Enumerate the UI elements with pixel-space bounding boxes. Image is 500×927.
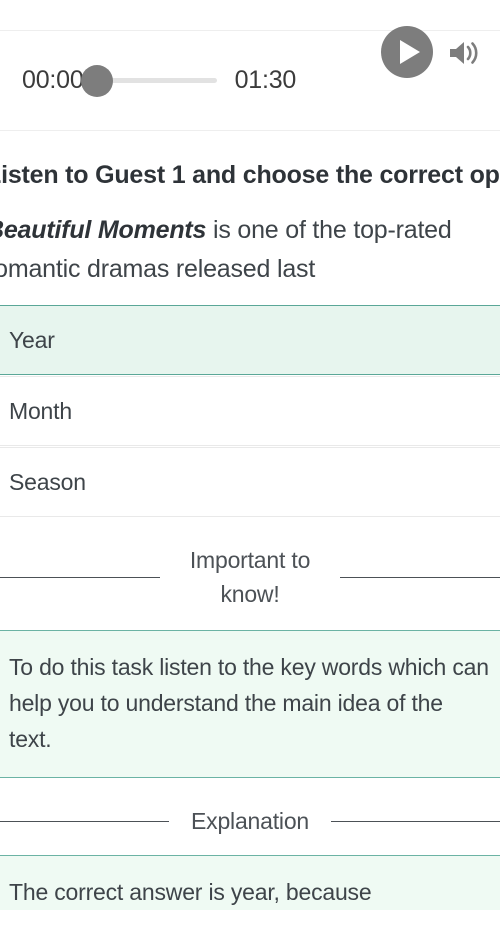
answer-options: Year Month Season xyxy=(0,305,500,517)
audio-current-time: 00:00 xyxy=(22,66,84,94)
volume-icon[interactable] xyxy=(447,38,481,68)
task-content: Listen to Guest 1 and choose the correct… xyxy=(0,130,500,910)
tip-section-divider: Important to know! xyxy=(0,543,500,611)
option-month[interactable]: Month xyxy=(0,376,500,446)
divider-line-right xyxy=(340,576,500,578)
divider-line-left xyxy=(0,576,160,578)
lesson-task-screen: 00:00 01:30 Listen to Guest 1 and choose… xyxy=(0,0,500,927)
option-label: Season xyxy=(9,468,86,495)
option-season[interactable]: Season xyxy=(0,447,500,517)
play-button[interactable] xyxy=(381,26,433,78)
question-instruction-text: Listen to Guest 1 and choose the correct… xyxy=(0,161,500,189)
tip-section-caption: Important to know! xyxy=(189,547,311,607)
question-stem-emphasis: Beautiful Moments xyxy=(0,216,207,244)
explanation-section-caption: Explanation xyxy=(191,808,309,834)
question-instruction: Listen to Guest 1 and choose the correct… xyxy=(0,130,500,197)
option-year[interactable]: Year xyxy=(0,305,500,375)
explanation-box: The correct answer is year, because xyxy=(0,855,500,910)
audio-total-time: 01:30 xyxy=(234,66,297,94)
divider-line-right xyxy=(331,820,500,822)
question-stem: Beautiful Moments is one of the top-rate… xyxy=(0,197,500,289)
divider-line-left xyxy=(0,820,169,822)
option-label: Year xyxy=(9,326,55,353)
tip-box: To do this task listen to the key words … xyxy=(0,630,500,778)
explanation-section-divider: Explanation xyxy=(0,804,500,838)
tip-text: To do this task listen to the key words … xyxy=(9,654,489,752)
option-label: Month xyxy=(9,397,72,424)
explanation-text: The correct answer is year, because xyxy=(9,879,372,905)
play-icon xyxy=(399,40,420,64)
audio-progress-slider[interactable] xyxy=(80,64,217,97)
audio-progress-thumb[interactable] xyxy=(80,64,113,97)
